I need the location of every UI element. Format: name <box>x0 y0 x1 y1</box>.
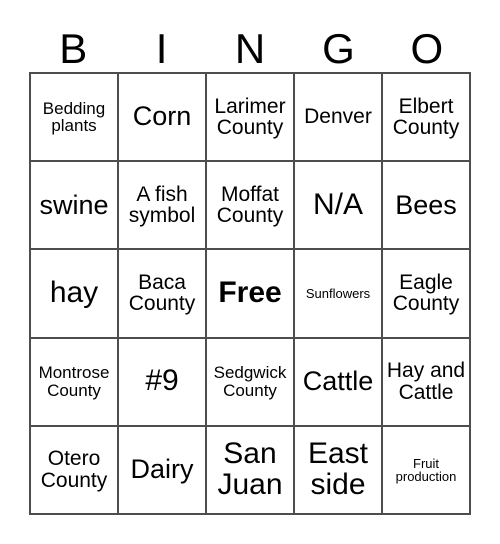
bingo-cell-r1c5[interactable]: Elbert County <box>383 74 471 163</box>
bingo-cell-text: Corn <box>132 101 192 132</box>
bingo-cell-text: Hay and Cattle <box>386 359 466 404</box>
bingo-cell-r4c1[interactable]: Montrose County <box>31 338 119 427</box>
bingo-cell-r1c4[interactable]: Denver <box>295 74 383 163</box>
bingo-cell-text: Bedding plants <box>42 98 106 136</box>
bingo-cell-text: Baca County <box>128 271 196 316</box>
bingo-cell-text: Larimer County <box>214 94 286 140</box>
bingo-cell-free-space[interactable]: Free <box>207 250 295 339</box>
bingo-cell-text: Dairy <box>130 454 194 485</box>
bingo-cell-r2c3[interactable]: Moffat County <box>207 162 295 251</box>
bingo-cell-text: Montrose County <box>38 363 110 400</box>
bingo-cell-r4c3[interactable]: Sedgwick County <box>207 338 295 427</box>
bingo-cell-text: Denver <box>304 105 372 129</box>
bingo-header-row: B I N G O <box>29 14 471 72</box>
bingo-header-letter-g: G <box>322 25 355 72</box>
bingo-cell-r3c5[interactable]: Eagle County <box>383 250 471 339</box>
bingo-cell-r5c3[interactable]: San Juan <box>207 426 295 515</box>
bingo-cell-text: #9 <box>145 364 179 398</box>
bingo-cell-text: Cattle <box>302 365 374 396</box>
bingo-card: B I N G O Bedding plants Corn Larimer Co… <box>0 0 500 544</box>
bingo-cell-text: Eagle County <box>392 271 460 316</box>
bingo-free-label: Free <box>218 276 282 310</box>
bingo-cell-text: N/A <box>312 187 363 221</box>
bingo-cell-text: Sedgwick County <box>213 363 287 400</box>
bingo-cell-r3c2[interactable]: Baca County <box>119 250 207 339</box>
bingo-cell-text: A fish symbol <box>128 182 196 228</box>
bingo-cell-text: East side <box>307 437 369 501</box>
bingo-cell-r2c5[interactable]: Bees <box>383 162 471 251</box>
bingo-header-letter-i: I <box>155 25 168 72</box>
bingo-cell-text: Elbert County <box>392 94 460 140</box>
bingo-cell-text: Fruit production <box>395 455 457 484</box>
bingo-cell-text: swine <box>39 189 109 220</box>
bingo-cell-r4c2[interactable]: #9 <box>119 338 207 427</box>
bingo-header-letter-n: N <box>234 25 266 72</box>
bingo-cell-r2c1[interactable]: swine <box>31 162 119 251</box>
bingo-cell-text: Moffat County <box>216 182 284 228</box>
bingo-cell-r1c2[interactable]: Corn <box>119 74 207 163</box>
bingo-cell-text: San Juan <box>217 437 283 501</box>
bingo-cell-r5c1[interactable]: Otero County <box>31 426 119 515</box>
bingo-cell-r4c4[interactable]: Cattle <box>295 338 383 427</box>
bingo-cell-r3c4[interactable]: Sunflowers <box>295 250 383 339</box>
bingo-cell-r4c5[interactable]: Hay and Cattle <box>383 338 471 427</box>
bingo-cell-r5c5[interactable]: Fruit production <box>383 426 471 515</box>
bingo-cell-r5c2[interactable]: Dairy <box>119 426 207 515</box>
bingo-header-letter-b: B <box>59 25 88 72</box>
bingo-cell-r1c1[interactable]: Bedding plants <box>31 74 119 163</box>
bingo-cell-r3c1[interactable]: hay <box>31 250 119 339</box>
bingo-header-letter-o: O <box>410 25 444 72</box>
bingo-grid: Bedding plants Corn Larimer County Denve… <box>29 72 471 515</box>
bingo-cell-text: Sunflowers <box>305 285 371 301</box>
bingo-cell-r2c2[interactable]: A fish symbol <box>119 162 207 251</box>
bingo-cell-text: Otero County <box>40 447 108 492</box>
bingo-cell-r5c4[interactable]: East side <box>295 426 383 515</box>
bingo-cell-r1c3[interactable]: Larimer County <box>207 74 295 163</box>
bingo-cell-text: hay <box>49 276 99 310</box>
bingo-cell-r2c4[interactable]: N/A <box>295 162 383 251</box>
bingo-cell-text: Bees <box>395 189 457 220</box>
